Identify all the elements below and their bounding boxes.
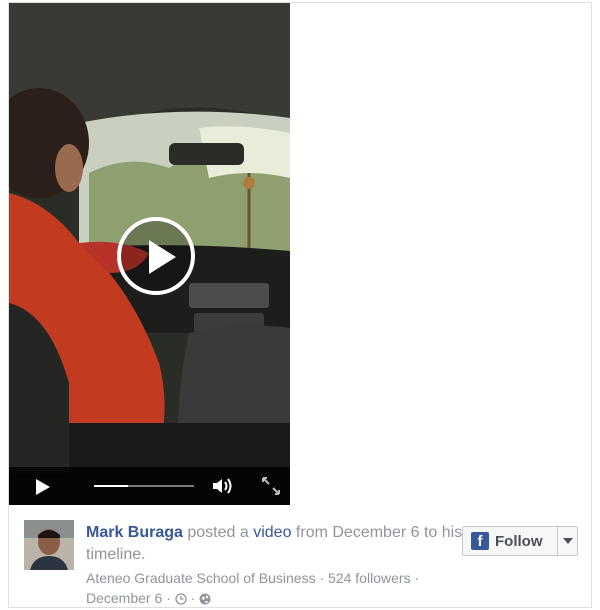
play-overlay-button[interactable] <box>117 217 195 295</box>
action-text-date: from December 6 <box>295 524 420 541</box>
progress-bar[interactable] <box>94 485 194 487</box>
clock-icon <box>175 593 187 605</box>
control-play-button[interactable] <box>36 477 56 497</box>
globe-icon[interactable] <box>199 593 211 605</box>
follow-action[interactable]: f Follow <box>463 527 557 555</box>
author-link[interactable]: Mark Buraga <box>86 524 183 541</box>
video-player[interactable] <box>9 3 290 505</box>
facebook-icon: f <box>471 532 489 550</box>
video-controls <box>9 467 290 505</box>
separator: · <box>414 570 420 586</box>
play-icon <box>36 479 50 495</box>
action-text: posted a <box>187 524 249 541</box>
post-subline: Ateneo Graduate School of Business · 524… <box>86 568 466 608</box>
org-name[interactable]: Ateneo Graduate School of Business <box>86 570 316 586</box>
follow-label: Follow <box>495 532 543 550</box>
separator: · <box>190 590 196 606</box>
chevron-down-icon <box>562 538 573 544</box>
post-headline: Mark Buraga posted a video from December… <box>86 522 466 566</box>
post-date[interactable]: December 6 <box>86 590 162 606</box>
post-attribution: Mark Buraga posted a video from December… <box>24 518 584 608</box>
fullscreen-icon <box>262 477 280 495</box>
volume-button[interactable] <box>211 476 237 496</box>
separator: · <box>166 590 171 606</box>
follower-count: 524 followers <box>328 570 411 586</box>
follow-button: f Follow <box>462 526 578 556</box>
follow-options-button[interactable] <box>558 527 577 555</box>
progress-fill <box>94 485 128 487</box>
volume-icon <box>213 478 232 494</box>
separator: · <box>319 570 325 586</box>
avatar[interactable] <box>24 520 74 570</box>
avatar-image <box>24 520 74 570</box>
video-link[interactable]: video <box>253 524 291 541</box>
fullscreen-button[interactable] <box>261 476 281 496</box>
play-icon <box>149 240 176 274</box>
